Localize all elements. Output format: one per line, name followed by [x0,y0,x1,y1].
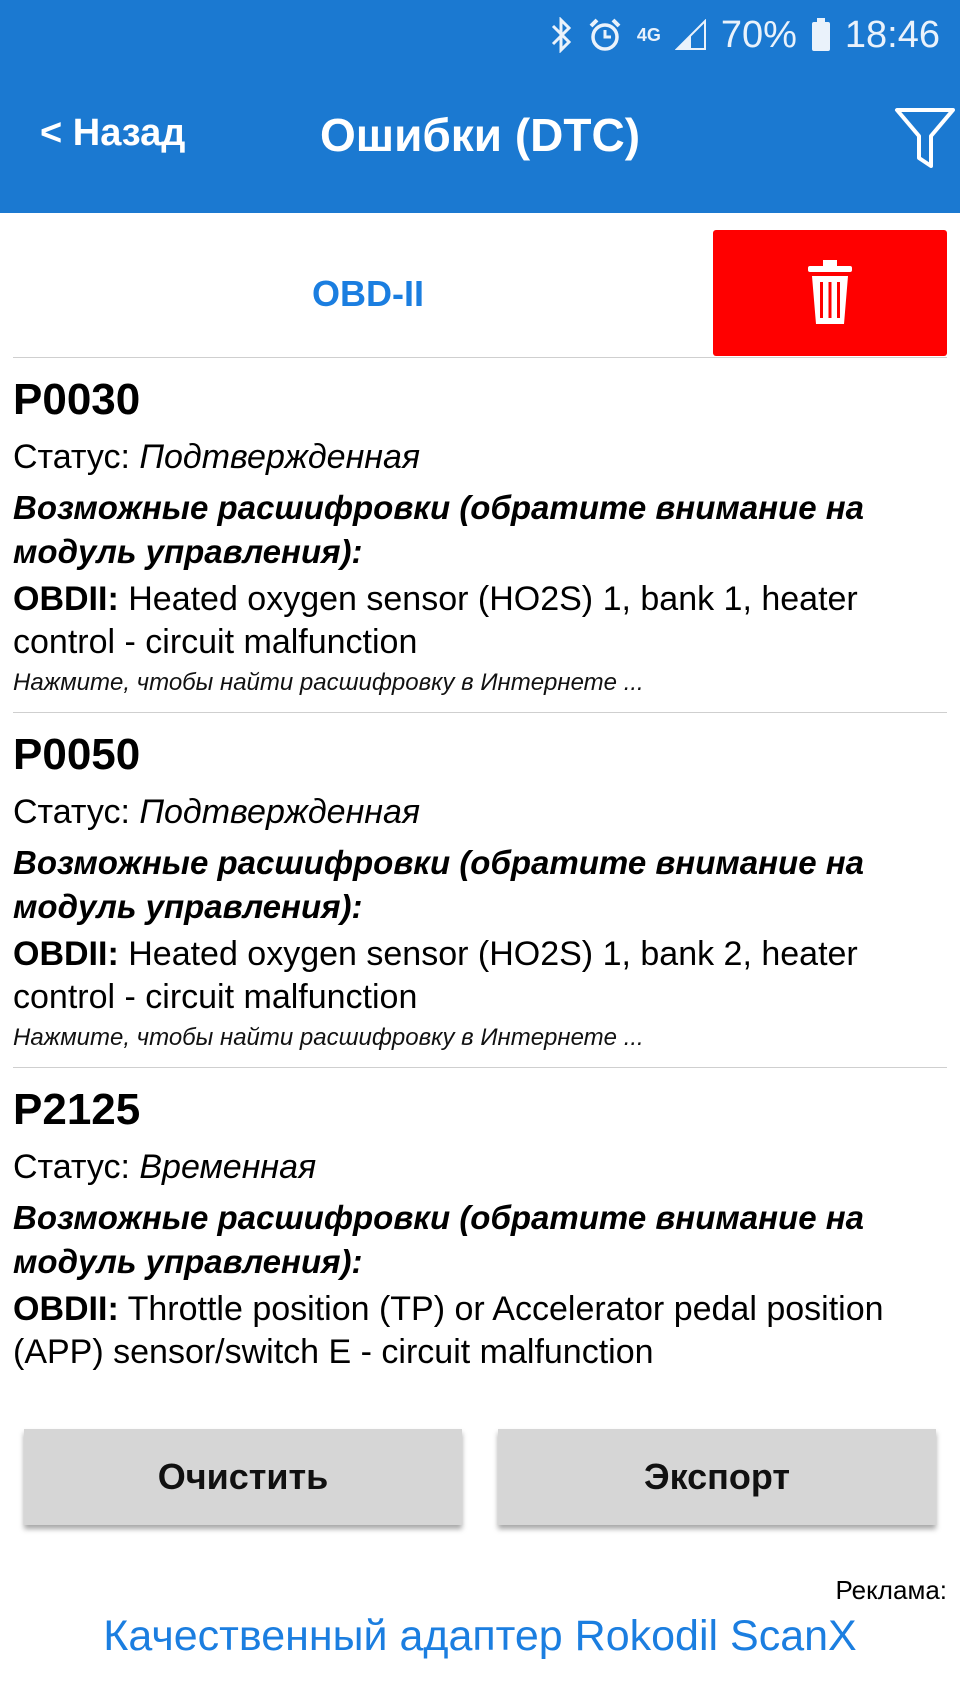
battery-percent: 70% [720,13,797,56]
bluetooth-icon [549,17,573,53]
export-button[interactable]: Экспорт [498,1429,936,1525]
trash-icon [808,260,852,324]
dtc-status: Статус: Подтвержденная [13,438,421,476]
possible-decodes-label: Возможные расшифровки (обратите внимание… [13,1199,865,1280]
dtc-tab-row: OBD-II [13,230,947,358]
back-button[interactable]: < Назад [40,112,185,155]
dtc-code: P0030 [13,375,141,424]
dtc-item[interactable]: P2125 Статус: Временная Возможные расшиф… [13,1068,947,1386]
dtc-code: P2125 [13,1085,141,1134]
dtc-code: P0050 [13,730,141,779]
possible-decodes-label: Возможные расшифровки (обратите внимание… [13,489,865,570]
clear-button[interactable]: Очистить [24,1429,462,1525]
dtc-status: Статус: Подтвержденная [13,793,421,831]
dtc-status-value: Подтвержденная [139,438,421,476]
dtc-item[interactable]: P0030 Статус: Подтвержденная Возможные р… [13,358,947,713]
dtc-item[interactable]: P0050 Статус: Подтвержденная Возможные р… [13,713,947,1068]
status-bar: 4G 70% 18:46 [549,12,940,58]
dtc-status-value: Подтвержденная [139,793,421,831]
dtc-status-value: Временная [139,1148,317,1186]
search-online-hint[interactable]: Нажмите, чтобы найти расшифровку в Интер… [13,666,947,700]
filter-icon[interactable] [893,106,957,172]
alarm-icon [587,17,623,53]
signal-icon [674,19,707,51]
possible-decodes-label: Возможные расшифровки (обратите внимание… [13,844,865,925]
dtc-list: P0030 Статус: Подтвержденная Возможные р… [13,358,947,1386]
search-online-hint[interactable]: Нажмите, чтобы найти расшифровку в Интер… [13,1021,947,1055]
dtc-description: OBDII: Heated oxygen sensor (HO2S) 1, ba… [13,580,858,661]
clock: 18:46 [844,13,940,56]
delete-button[interactable] [713,230,947,356]
ad-label: Реклама: [835,1575,947,1605]
ad-link[interactable]: Качественный адаптер Rokodil ScanX [0,1612,960,1661]
dtc-description: OBDII: Throttle position (TP) or Acceler… [13,1290,884,1371]
dtc-status: Статус: Временная [13,1148,317,1186]
dtc-description: OBDII: Heated oxygen sensor (HO2S) 1, ba… [13,935,858,1016]
app-bar: 4G 70% 18:46 < Назад Ошибки (DTC) [0,0,960,213]
network-type-icon: 4G [636,25,661,45]
battery-icon [811,18,831,52]
tab-obd-ii[interactable]: OBD-II [13,230,723,357]
